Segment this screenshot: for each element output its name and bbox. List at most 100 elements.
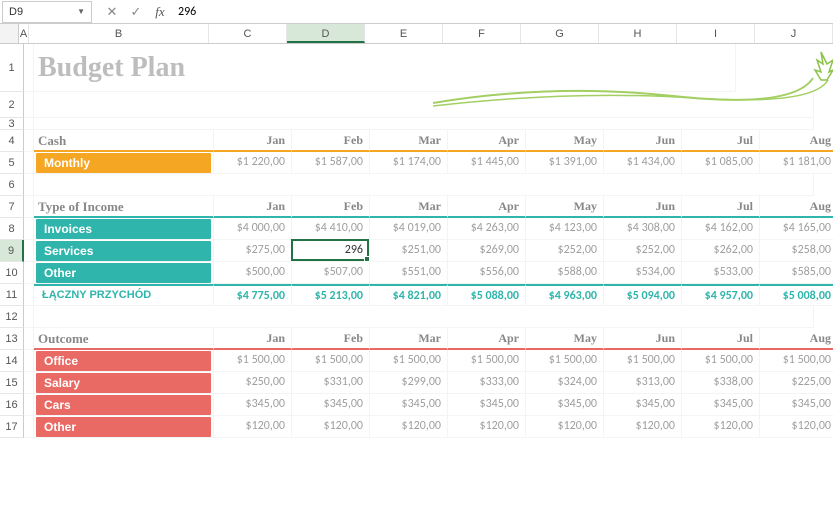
- name-box-dropdown-icon[interactable]: ▼: [77, 7, 85, 16]
- row-header-9[interactable]: 9: [0, 240, 24, 262]
- total-value[interactable]: $5 008,00: [760, 284, 833, 306]
- month-header[interactable]: Jun: [604, 196, 682, 218]
- cell[interactable]: [34, 174, 814, 196]
- cell-value[interactable]: $299,00: [370, 372, 448, 394]
- confirm-formula-button[interactable]: ✓: [124, 1, 148, 23]
- month-header[interactable]: Apr: [448, 196, 526, 218]
- cell-value[interactable]: $345,00: [370, 394, 448, 416]
- cell-value[interactable]: $1 174,00: [370, 152, 448, 174]
- month-header[interactable]: Jun: [604, 130, 682, 152]
- month-header[interactable]: May: [526, 196, 604, 218]
- row-header-11[interactable]: 11: [0, 284, 24, 306]
- month-header[interactable]: Jun: [604, 328, 682, 350]
- cell-value[interactable]: $556,00: [448, 262, 526, 284]
- cell[interactable]: [34, 118, 814, 130]
- cell-value[interactable]: $1 500,00: [604, 350, 682, 372]
- fill-handle[interactable]: [364, 256, 370, 262]
- cell-value[interactable]: $4 162,00: [682, 218, 760, 240]
- cell-value[interactable]: $1 181,00: [760, 152, 833, 174]
- row-header-13[interactable]: 13: [0, 328, 24, 350]
- cell-value[interactable]: $333,00: [448, 372, 526, 394]
- col-header-F[interactable]: F: [443, 24, 521, 43]
- month-header[interactable]: Aug: [760, 328, 833, 350]
- month-header[interactable]: Feb: [292, 328, 370, 350]
- cell[interactable]: Office: [34, 350, 214, 372]
- col-header-J[interactable]: J: [755, 24, 833, 43]
- cell-value[interactable]: $500,00: [214, 262, 292, 284]
- cell-value[interactable]: $1 391,00: [526, 152, 604, 174]
- row-header-6[interactable]: 6: [0, 174, 24, 196]
- cell[interactable]: Other: [34, 262, 214, 284]
- cell-value[interactable]: $120,00: [604, 416, 682, 438]
- outcome-section-label[interactable]: Outcome: [34, 328, 214, 350]
- cell-value[interactable]: $1 500,00: [292, 350, 370, 372]
- cell[interactable]: Other: [34, 416, 214, 438]
- cell[interactable]: [24, 152, 34, 174]
- col-header-E[interactable]: E: [365, 24, 443, 43]
- cell-value[interactable]: $262,00: [682, 240, 760, 262]
- income-section-label[interactable]: Type of Income: [34, 196, 214, 218]
- row-header-17[interactable]: 17: [0, 416, 24, 438]
- cell[interactable]: Invoices: [34, 218, 214, 240]
- month-header[interactable]: Mar: [370, 196, 448, 218]
- cell[interactable]: [34, 306, 814, 328]
- month-header[interactable]: Mar: [370, 328, 448, 350]
- total-value[interactable]: $4 821,00: [370, 284, 448, 306]
- cell[interactable]: [24, 284, 34, 306]
- month-header[interactable]: Jan: [214, 130, 292, 152]
- cell[interactable]: [24, 262, 34, 284]
- cell-value[interactable]: $120,00: [760, 416, 833, 438]
- cell-value[interactable]: $345,00: [604, 394, 682, 416]
- cell-value[interactable]: $120,00: [292, 416, 370, 438]
- select-all-corner[interactable]: [0, 24, 19, 43]
- col-header-B[interactable]: B: [29, 24, 209, 43]
- cell-value[interactable]: $551,00: [370, 262, 448, 284]
- cell[interactable]: [24, 306, 34, 328]
- total-value[interactable]: $5 094,00: [604, 284, 682, 306]
- cell-value[interactable]: $4 263,00: [448, 218, 526, 240]
- row-header-14[interactable]: 14: [0, 350, 24, 372]
- cell-value[interactable]: $1 587,00: [292, 152, 370, 174]
- month-header[interactable]: Aug: [760, 130, 833, 152]
- row-header-16[interactable]: 16: [0, 394, 24, 416]
- cell[interactable]: Monthly: [34, 152, 214, 174]
- name-box[interactable]: D9 ▼: [2, 1, 92, 23]
- col-header-I[interactable]: I: [677, 24, 755, 43]
- total-value[interactable]: $5 088,00: [448, 284, 526, 306]
- col-header-A[interactable]: A: [19, 24, 29, 43]
- cell-value[interactable]: $1 220,00: [214, 152, 292, 174]
- month-header[interactable]: Feb: [292, 196, 370, 218]
- month-header[interactable]: Aug: [760, 196, 833, 218]
- cell-value[interactable]: $345,00: [214, 394, 292, 416]
- cell-value[interactable]: $1 445,00: [448, 152, 526, 174]
- active-cell-D9[interactable]: [291, 239, 369, 261]
- cell[interactable]: [34, 92, 814, 118]
- cell-value[interactable]: $345,00: [448, 394, 526, 416]
- col-header-D[interactable]: D: [287, 24, 365, 43]
- cell-value[interactable]: $4 123,00: [526, 218, 604, 240]
- row-header-8[interactable]: 8: [0, 218, 24, 240]
- cell-value[interactable]: $345,00: [760, 394, 833, 416]
- cell[interactable]: [24, 92, 34, 118]
- cell-value[interactable]: $120,00: [526, 416, 604, 438]
- cell-value[interactable]: $1 500,00: [214, 350, 292, 372]
- col-header-C[interactable]: C: [209, 24, 287, 43]
- row-header-10[interactable]: 10: [0, 262, 24, 284]
- insert-function-button[interactable]: fx: [148, 1, 172, 23]
- page-title[interactable]: Budget Plan: [34, 44, 736, 92]
- cell-value[interactable]: $275,00: [214, 240, 292, 262]
- cell-value[interactable]: $324,00: [526, 372, 604, 394]
- cell-value[interactable]: $120,00: [370, 416, 448, 438]
- cell-value[interactable]: $4 019,00: [370, 218, 448, 240]
- cell-value[interactable]: $252,00: [526, 240, 604, 262]
- cell-value[interactable]: $251,00: [370, 240, 448, 262]
- cell-value[interactable]: $250,00: [214, 372, 292, 394]
- month-header[interactable]: May: [526, 328, 604, 350]
- cell-value[interactable]: $588,00: [526, 262, 604, 284]
- total-value[interactable]: $4 957,00: [682, 284, 760, 306]
- cell-value[interactable]: $1 500,00: [760, 350, 833, 372]
- total-value[interactable]: $5 213,00: [292, 284, 370, 306]
- cell-value[interactable]: $313,00: [604, 372, 682, 394]
- row-header-1[interactable]: 1: [0, 44, 24, 92]
- cell[interactable]: [24, 44, 34, 92]
